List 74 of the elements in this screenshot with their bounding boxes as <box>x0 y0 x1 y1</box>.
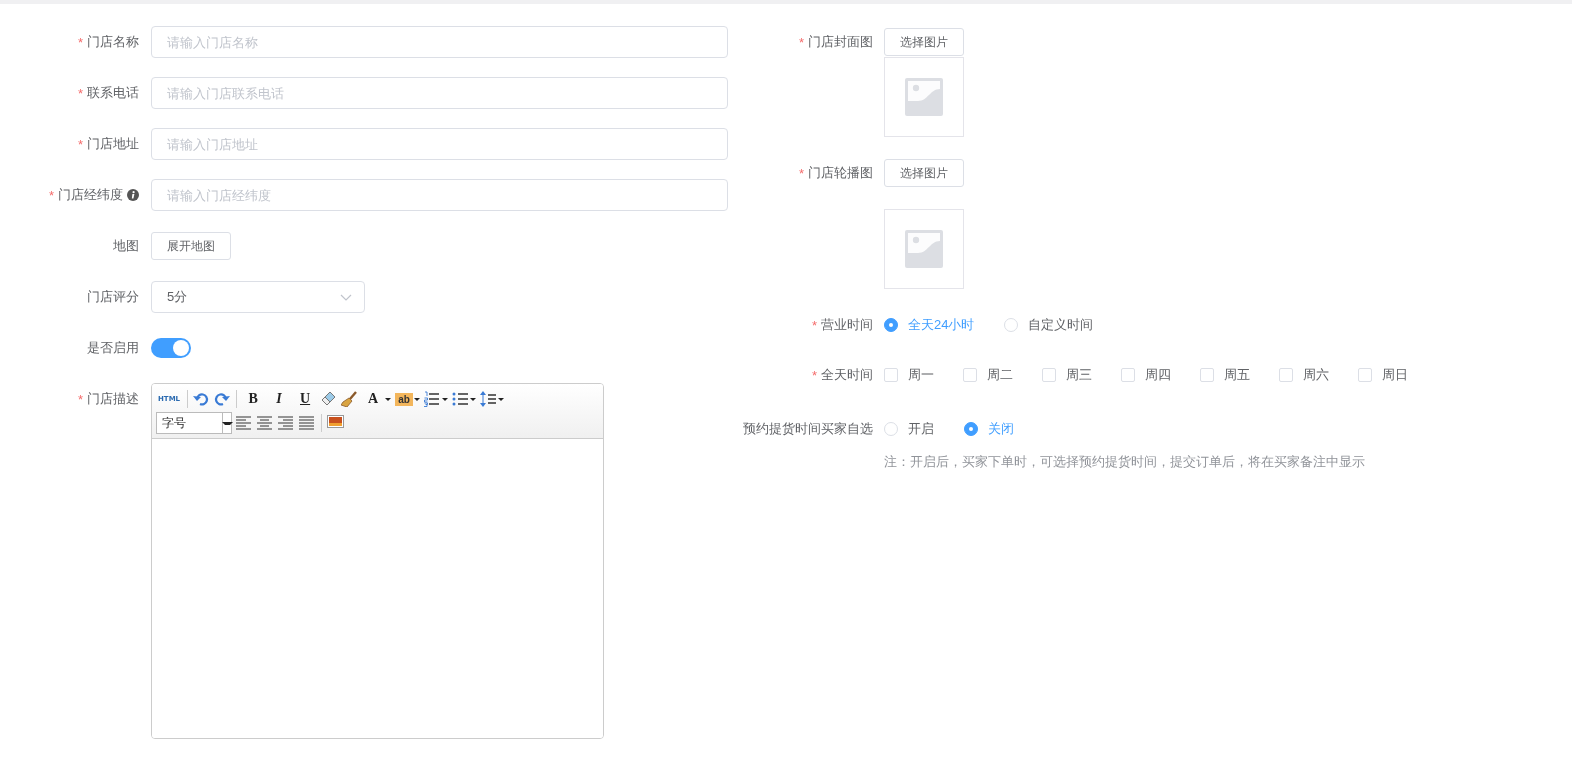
field-label: 营业时间 <box>821 316 873 334</box>
dropdown-caret-icon[interactable] <box>442 397 449 401</box>
option-label: 周六 <box>1303 366 1329 384</box>
image-icon <box>905 78 943 116</box>
field-label: 地图 <box>113 237 139 255</box>
field-label: 是否启用 <box>87 339 139 357</box>
field-label: 门店地址 <box>87 135 139 153</box>
field-label: 门店轮播图 <box>808 164 873 182</box>
dropdown-caret-icon[interactable] <box>498 397 505 401</box>
chevron-down-icon <box>340 293 352 301</box>
field-label: 门店描述 <box>87 390 139 408</box>
dropdown-caret-icon[interactable] <box>414 397 421 401</box>
align-justify-icon[interactable] <box>299 415 316 431</box>
checkbox[interactable] <box>1200 368 1214 382</box>
brush-icon[interactable] <box>341 391 359 407</box>
checkbox[interactable] <box>1358 368 1372 382</box>
font-size-select[interactable]: 字号 <box>156 412 232 434</box>
required-asterisk: * <box>48 187 54 203</box>
italic-button[interactable]: I <box>268 389 291 409</box>
rating-select[interactable]: 5分 <box>151 281 365 313</box>
bold-button[interactable]: B <box>242 389 265 409</box>
option-label: 周二 <box>987 366 1013 384</box>
redo-icon[interactable] <box>214 391 232 407</box>
required-asterisk: * <box>798 165 804 181</box>
option-label: 周一 <box>908 366 934 384</box>
dropdown-caret-icon[interactable] <box>470 397 477 401</box>
hint-text: 注：开启后，买家下单时，可选择预约提货时间，提交订单后，将在买家备注中显示 <box>884 453 1366 471</box>
option-label: 关闭 <box>988 420 1014 438</box>
field-label: 门店经纬度 <box>58 186 123 204</box>
highlight-button[interactable]: ab <box>395 392 414 406</box>
numbered-list-icon[interactable] <box>424 391 442 407</box>
insert-image-icon[interactable] <box>327 415 344 431</box>
option-label: 周五 <box>1224 366 1250 384</box>
font-color-button[interactable]: A <box>362 389 385 409</box>
dropdown-caret-icon[interactable] <box>385 397 392 401</box>
option-label: 周日 <box>1382 366 1408 384</box>
option-label: 开启 <box>908 420 934 438</box>
option-label: 全天24小时 <box>908 316 975 334</box>
option-label: 周四 <box>1145 366 1171 384</box>
required-asterisk: * <box>77 85 83 101</box>
bullet-list-icon[interactable] <box>452 391 470 407</box>
undo-icon[interactable] <box>193 391 211 407</box>
radio-button[interactable] <box>964 422 978 436</box>
radio-button[interactable] <box>884 318 898 332</box>
align-left-icon[interactable] <box>236 415 253 431</box>
field-label: 门店封面图 <box>808 33 873 51</box>
expand-map-button[interactable]: 展开地图 <box>151 232 231 260</box>
required-asterisk: * <box>798 34 804 50</box>
field-label: 联系电话 <box>87 84 139 102</box>
toggle-switch[interactable] <box>151 338 191 358</box>
option-label: 周三 <box>1066 366 1092 384</box>
checkbox[interactable] <box>884 368 898 382</box>
checkbox[interactable] <box>1279 368 1293 382</box>
checkbox[interactable] <box>1042 368 1056 382</box>
choose-image-button[interactable]: 选择图片 <box>884 28 964 56</box>
align-right-icon[interactable] <box>278 415 295 431</box>
field-label: 门店名称 <box>87 33 139 51</box>
checkbox[interactable] <box>963 368 977 382</box>
required-asterisk: * <box>811 367 817 383</box>
underline-button[interactable]: U <box>294 389 317 409</box>
field-label: 预约提货时间买家自选 <box>743 420 873 438</box>
line-height-icon[interactable] <box>480 391 498 407</box>
checkbox[interactable] <box>1121 368 1135 382</box>
required-asterisk: * <box>77 391 83 407</box>
required-asterisk: * <box>811 317 817 333</box>
required-asterisk: * <box>77 34 83 50</box>
image-icon <box>905 230 943 268</box>
align-center-icon[interactable] <box>257 415 274 431</box>
field-label: 全天时间 <box>821 366 873 384</box>
required-asterisk: * <box>77 136 83 152</box>
choose-image-button[interactable]: 选择图片 <box>884 159 964 187</box>
field-label: 门店评分 <box>87 288 139 306</box>
eraser-icon[interactable] <box>320 391 338 407</box>
option-label: 自定义时间 <box>1028 316 1094 334</box>
